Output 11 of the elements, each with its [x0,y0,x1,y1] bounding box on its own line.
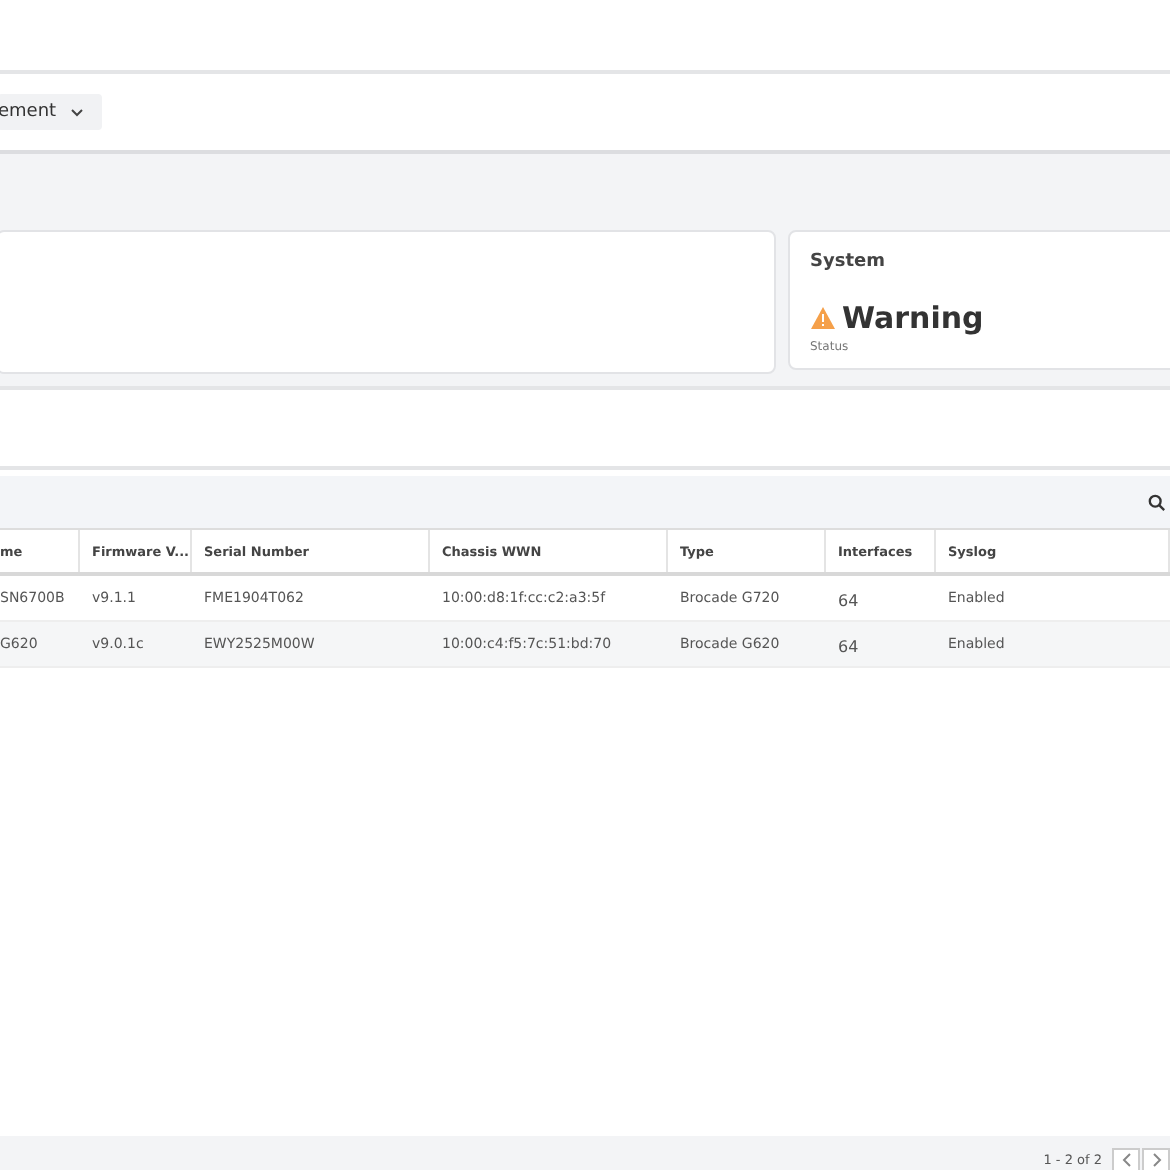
status-value: Warning [842,300,984,336]
table-cell-text: 64 [836,636,861,656]
chevron-right-icon [1151,1152,1161,1168]
warning-icon [810,306,836,330]
chevron-left-icon [1121,1152,1131,1168]
table-cell-text: 64 [836,590,861,610]
previous-page-button[interactable] [1112,1148,1140,1170]
next-page-button[interactable] [1142,1148,1170,1170]
card-title: System [810,252,887,272]
search-icon[interactable] [1148,493,1166,511]
caret-icon [70,107,85,117]
